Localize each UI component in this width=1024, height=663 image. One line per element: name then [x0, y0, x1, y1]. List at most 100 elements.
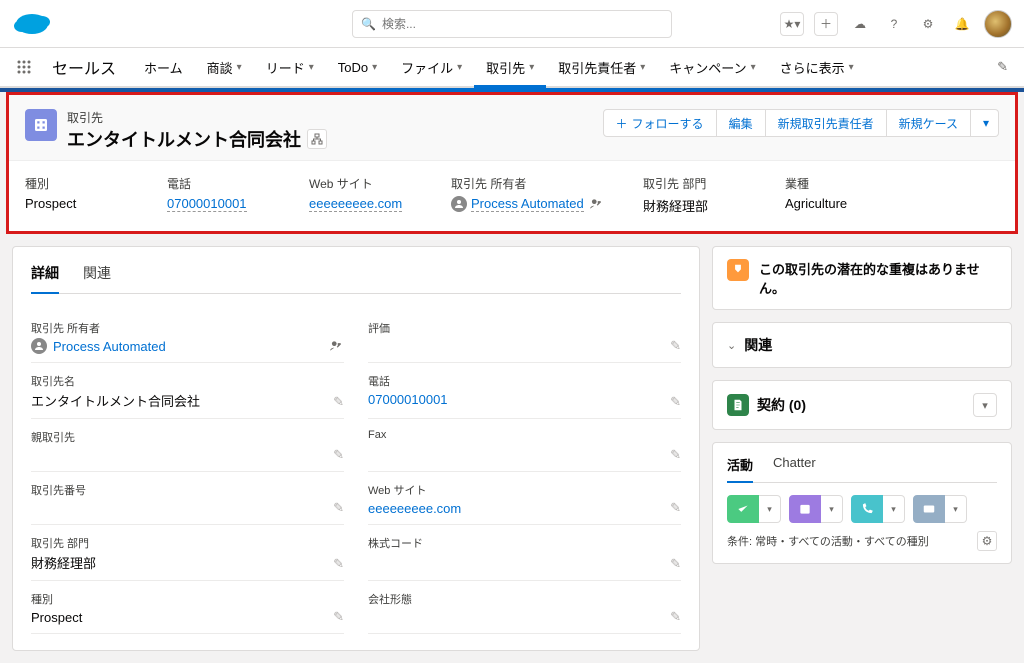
expand-icon[interactable]: ⌄: [727, 339, 736, 352]
edit-pencil-icon[interactable]: ✎: [333, 394, 344, 410]
help-icon[interactable]: ?: [882, 12, 906, 36]
field-fax-label: Fax: [368, 429, 681, 441]
favorites-button[interactable]: ★▾: [780, 12, 804, 36]
related-card: ⌄ 関連: [712, 322, 1012, 368]
record-name: エンタイトルメント合同会社: [67, 126, 327, 152]
compact-owner-link[interactable]: Process Automated: [471, 196, 584, 212]
chevron-down-icon[interactable]: ▾: [751, 62, 756, 73]
right-sidebar: この取引先の潜在的な重複はありません。 ⌄ 関連 契約 (0) ▾ 活動 Cha…: [712, 246, 1012, 651]
compact-website-link[interactable]: eeeeeeeee.com: [309, 196, 402, 212]
owner-avatar-icon: [451, 196, 467, 212]
related-title: 関連: [744, 335, 772, 355]
global-actions-button[interactable]: ＋: [814, 12, 838, 36]
field-website-link[interactable]: eeeeeeeee.com: [368, 501, 461, 516]
search-icon: 🔍: [361, 17, 376, 31]
chatter-tab[interactable]: Chatter: [773, 455, 816, 482]
chevron-down-icon[interactable]: ▾: [849, 62, 854, 73]
chevron-down-icon[interactable]: ▾: [457, 62, 462, 73]
edit-pencil-icon[interactable]: ✎: [670, 556, 681, 572]
global-search[interactable]: 🔍: [352, 10, 672, 38]
field-ticker-label: 株式コード: [368, 535, 681, 551]
record-highlight-panel: 取引先 エンタイトルメント合同会社 ＋フォローする 編集 新規取引先責任者 新規…: [6, 92, 1018, 234]
compact-owner-label: 取引先 所有者: [451, 175, 611, 192]
chevron-down-icon[interactable]: ▾: [640, 62, 645, 73]
nav-tab-home[interactable]: ホーム: [132, 48, 195, 86]
nav-tab-campaigns[interactable]: キャンペーン▾: [657, 48, 767, 86]
contracts-card: 契約 (0) ▾: [712, 380, 1012, 430]
app-nav: セールス ホーム 商談▾ リード▾ ToDo▾ ファイル▾ 取引先▾ 取引先責任…: [0, 48, 1024, 88]
trailhead-icon[interactable]: ☁: [848, 12, 872, 36]
nav-tab-accounts[interactable]: 取引先▾: [474, 48, 546, 86]
edit-pencil-icon[interactable]: ✎: [670, 338, 681, 354]
nav-tab-leads[interactable]: リード▾: [254, 48, 326, 86]
contracts-title: 契約 (0): [757, 395, 806, 415]
log-call-menu[interactable]: ▾: [883, 495, 905, 523]
edit-pencil-icon[interactable]: ✎: [670, 447, 681, 463]
compact-industry-value: Agriculture: [785, 196, 895, 211]
new-case-button[interactable]: 新規ケース: [887, 109, 971, 137]
nav-tab-contacts[interactable]: 取引先責任者▾: [546, 48, 657, 86]
tab-detail[interactable]: 詳細: [31, 263, 59, 293]
nav-tabs: ホーム 商談▾ リード▾ ToDo▾ ファイル▾ 取引先▾ 取引先責任者▾ キャ…: [132, 48, 866, 86]
edit-pencil-icon[interactable]: ✎: [333, 556, 344, 572]
field-phone-link[interactable]: 07000010001: [368, 392, 448, 407]
field-number-label: 取引先番号: [31, 482, 344, 498]
change-owner-icon[interactable]: [588, 196, 604, 212]
edit-pencil-icon[interactable]: ✎: [670, 609, 681, 625]
edit-pencil-icon[interactable]: ✎: [333, 500, 344, 516]
detail-panel: 詳細 関連 取引先 所有者 Process Automated 評価 ✎ 取引先…: [12, 246, 700, 651]
email-menu[interactable]: ▾: [945, 495, 967, 523]
field-owner-link[interactable]: Process Automated: [53, 339, 166, 354]
new-event-button[interactable]: [789, 495, 821, 523]
compact-layout: 種別 Prospect 電話 07000010001 Web サイト eeeee…: [9, 160, 1015, 231]
chevron-down-icon[interactable]: ▾: [237, 62, 242, 73]
field-type-value: Prospect: [31, 609, 344, 625]
nav-tab-opportunities[interactable]: 商談▾: [195, 48, 254, 86]
compact-phone-link[interactable]: 07000010001: [167, 196, 247, 212]
email-button[interactable]: [913, 495, 945, 523]
setup-gear-icon[interactable]: ⚙: [916, 12, 940, 36]
edit-pencil-icon[interactable]: ✎: [670, 500, 681, 516]
edit-pencil-icon[interactable]: ✎: [333, 447, 344, 463]
more-actions-button[interactable]: ▾: [971, 109, 999, 137]
new-contact-button[interactable]: 新規取引先責任者: [766, 109, 887, 137]
compact-dept-label: 取引先 部門: [643, 175, 753, 192]
compact-website-label: Web サイト: [309, 175, 419, 192]
chevron-down-icon[interactable]: ▾: [309, 62, 314, 73]
compact-phone-label: 電話: [167, 175, 277, 192]
activity-settings-button[interactable]: ⚙: [977, 531, 997, 551]
field-fax-value: [368, 443, 681, 459]
field-number-value: [31, 500, 344, 516]
notifications-icon[interactable]: 🔔: [950, 12, 974, 36]
follow-button[interactable]: ＋フォローする: [603, 109, 717, 137]
edit-pencil-icon[interactable]: ✎: [333, 609, 344, 625]
search-input[interactable]: [382, 17, 663, 31]
activity-buttons: ▾ ▾ ▾ ▾: [727, 495, 997, 523]
edit-nav-icon[interactable]: ✎: [993, 48, 1012, 86]
app-launcher-icon[interactable]: [12, 48, 36, 86]
user-avatar[interactable]: [984, 10, 1012, 38]
account-icon: [25, 109, 57, 141]
chevron-down-icon[interactable]: ▾: [372, 62, 377, 73]
nav-tab-files[interactable]: ファイル▾: [389, 48, 474, 86]
main-content: 詳細 関連 取引先 所有者 Process Automated 評価 ✎ 取引先…: [0, 234, 1024, 663]
edit-button[interactable]: 編集: [717, 109, 766, 137]
log-call-button[interactable]: [851, 495, 883, 523]
hierarchy-button[interactable]: [307, 129, 327, 149]
chevron-down-icon[interactable]: ▾: [529, 62, 534, 73]
tab-related[interactable]: 関連: [83, 263, 111, 293]
activity-card: 活動 Chatter ▾ ▾ ▾ ▾ 条件: 常時・すべての活動・すべての種別 …: [712, 442, 1012, 564]
new-task-menu[interactable]: ▾: [759, 495, 781, 523]
activity-filter-text: 条件: 常時・すべての活動・すべての種別: [727, 533, 929, 549]
field-form-value: [368, 609, 681, 625]
edit-pencil-icon[interactable]: ✎: [670, 394, 681, 410]
nav-tab-more[interactable]: さらに表示▾: [768, 48, 866, 86]
field-dept-label: 取引先 部門: [31, 535, 344, 551]
new-task-button[interactable]: [727, 495, 759, 523]
activity-tab[interactable]: 活動: [727, 455, 753, 482]
new-event-menu[interactable]: ▾: [821, 495, 843, 523]
card-menu-button[interactable]: ▾: [973, 393, 997, 417]
nav-tab-tasks[interactable]: ToDo▾: [326, 48, 389, 86]
field-website-label: Web サイト: [368, 482, 681, 498]
change-owner-icon[interactable]: [328, 338, 344, 354]
